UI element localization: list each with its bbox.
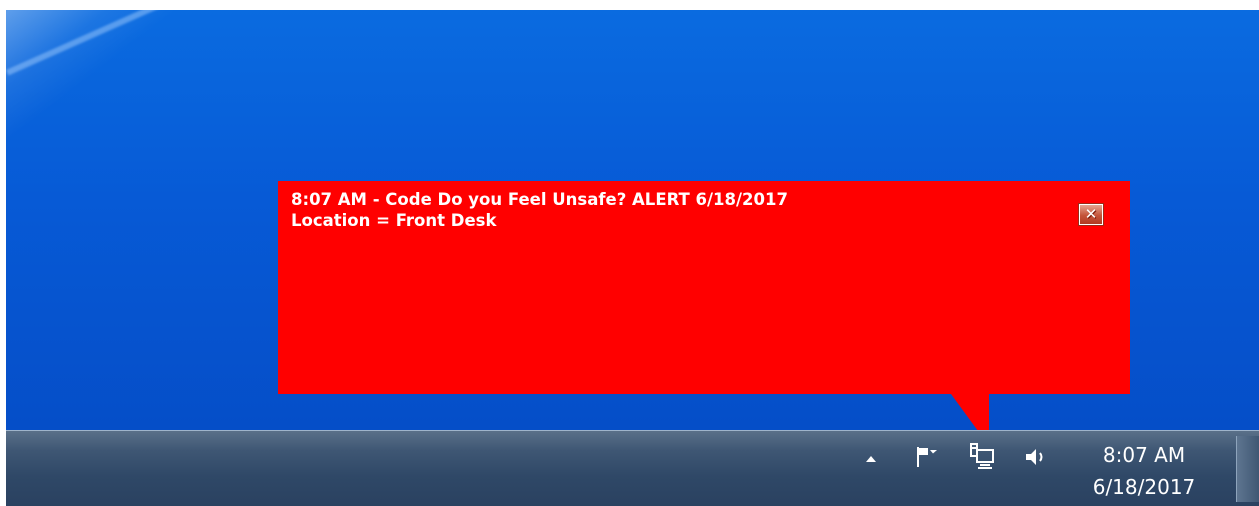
volume-icon[interactable] [1023, 446, 1049, 468]
alert-location-line: Location = Front Desk [291, 211, 497, 230]
action-center-flag-icon[interactable] [914, 445, 940, 469]
alert-message: 8:07 AM - Code Do you Feel Unsafe? ALERT… [291, 189, 788, 231]
wallpaper-light-streak [6, 10, 296, 161]
network-icon[interactable] [968, 443, 998, 471]
show-hidden-icons-arrow-icon[interactable] [866, 456, 876, 462]
alert-notification-balloon[interactable]: 8:07 AM - Code Do you Feel Unsafe? ALERT… [278, 181, 1130, 394]
alert-balloon-pointer [951, 394, 989, 430]
alert-close-button[interactable]: ✕ [1079, 204, 1103, 225]
clock-date: 6/18/2017 [1092, 475, 1196, 499]
clock-time: 8:07 AM [1102, 443, 1186, 467]
desktop-background: 8:07 AM - Code Do you Feel Unsafe? ALERT… [6, 10, 1259, 430]
close-icon: ✕ [1084, 205, 1098, 223]
taskbar: 8:07 AM 6/18/2017 [6, 430, 1259, 506]
screen: 8:07 AM - Code Do you Feel Unsafe? ALERT… [6, 10, 1259, 506]
alert-title-line: 8:07 AM - Code Do you Feel Unsafe? ALERT… [291, 190, 788, 209]
taskbar-clock[interactable]: 8:07 AM 6/18/2017 [1074, 439, 1214, 503]
show-desktop-button[interactable] [1236, 436, 1259, 502]
